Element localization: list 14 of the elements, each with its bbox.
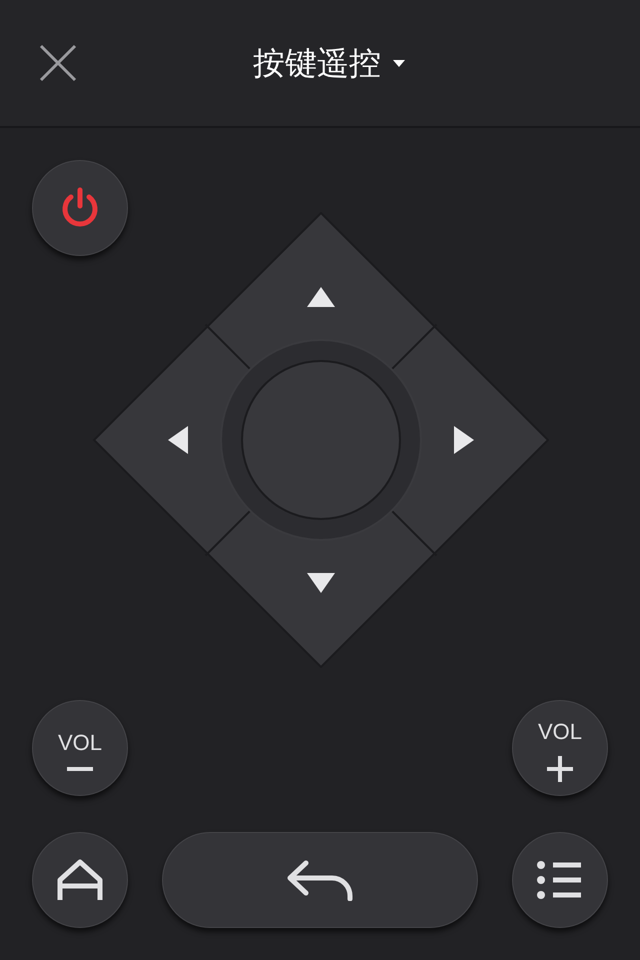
arrow-right-icon[interactable] <box>454 426 474 454</box>
minus-icon <box>67 766 93 770</box>
arrow-down-icon[interactable] <box>307 573 335 593</box>
arrow-up-icon[interactable] <box>307 287 335 307</box>
title-dropdown[interactable]: 按键遥控 <box>253 39 405 87</box>
plus-icon <box>547 756 573 782</box>
volume-up-button[interactable]: VOL <box>512 700 608 796</box>
home-icon <box>56 858 104 902</box>
close-button[interactable] <box>38 43 78 83</box>
list-icon <box>537 860 583 900</box>
back-arrow-icon <box>286 859 354 901</box>
volume-down-button[interactable]: VOL <box>32 700 128 796</box>
caret-icon <box>393 60 405 66</box>
arrow-left-icon[interactable] <box>168 426 188 454</box>
